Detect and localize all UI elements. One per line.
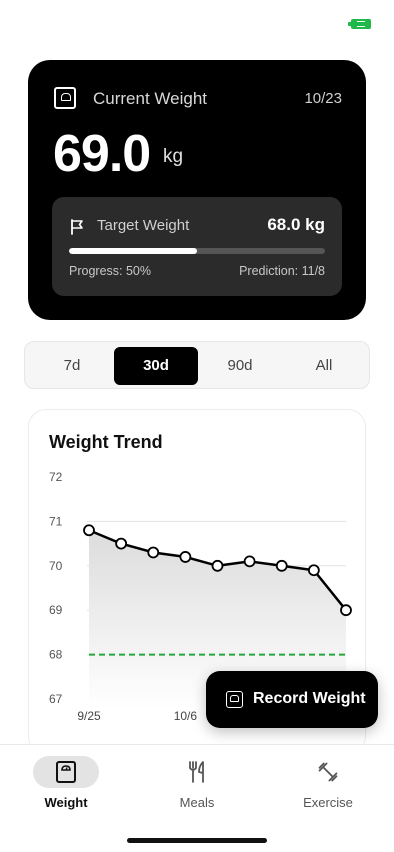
- nav-label-exercise: Exercise: [303, 795, 353, 810]
- data-point: [340, 604, 352, 617]
- scale-icon: [54, 87, 76, 109]
- y-tick-label: 67: [49, 692, 63, 706]
- range-tab-7d[interactable]: 7d: [30, 347, 114, 385]
- current-weight-label: Current Weight: [93, 89, 208, 108]
- data-point: [147, 546, 160, 559]
- nav-item-exercise[interactable]: Exercise: [273, 755, 383, 815]
- current-weight-card: Current Weight 10/23 69.0 kg Target Weig…: [28, 60, 366, 320]
- y-tick-label: 69: [49, 603, 63, 617]
- prediction-text: Prediction: 11/8: [239, 264, 325, 278]
- current-weight-date: 10/23: [304, 90, 342, 107]
- scale-icon: [226, 691, 243, 708]
- range-tab-90d[interactable]: 90d: [198, 347, 282, 385]
- data-point: [179, 551, 192, 563]
- nav-label-meals: Meals: [179, 795, 215, 810]
- range-tab-30d[interactable]: 30d: [114, 347, 198, 385]
- flag-icon: [71, 219, 83, 235]
- current-weight-unit: kg: [163, 146, 184, 167]
- x-tick-label: 10/6: [174, 709, 198, 723]
- nav-item-weight[interactable]: Weight: [11, 755, 121, 815]
- data-point: [275, 559, 288, 572]
- y-tick-label: 68: [49, 648, 63, 662]
- data-point: [115, 537, 128, 550]
- target-weight-label: Target Weight: [97, 217, 190, 234]
- range-tab-all[interactable]: All: [282, 347, 366, 385]
- range-selector: 7d 30d 90d All: [24, 341, 370, 389]
- scale-icon: [56, 761, 76, 783]
- data-point: [243, 555, 256, 568]
- battery-icon: [348, 19, 371, 29]
- record-weight-label: Record Weight: [253, 690, 366, 707]
- y-tick-label: 72: [49, 470, 63, 484]
- progress-bar: [69, 248, 325, 254]
- data-point: [307, 564, 320, 577]
- home-indicator: [127, 838, 267, 843]
- progress-text: Progress: 50%: [69, 264, 151, 278]
- x-tick-label: 9/25: [77, 709, 101, 723]
- progress-bar-fill: [69, 248, 197, 254]
- y-tick-label: 70: [49, 559, 63, 573]
- nav-item-meals[interactable]: Meals: [142, 755, 252, 815]
- y-tick-label: 71: [49, 514, 63, 528]
- bottom-nav: Weight Meals Exercise: [0, 744, 394, 852]
- current-weight-value: 69.0: [53, 125, 151, 183]
- nav-label-weight: Weight: [44, 795, 88, 810]
- data-point: [83, 524, 95, 537]
- record-weight-button[interactable]: Record Weight: [206, 671, 378, 728]
- dumbbell-icon: [318, 762, 338, 782]
- fork-knife-icon: [189, 761, 204, 783]
- target-weight-value: 68.0 kg: [267, 215, 325, 234]
- target-weight-box: Target Weight 68.0 kg Progress: 50% Pred…: [52, 197, 342, 296]
- data-point: [211, 559, 224, 572]
